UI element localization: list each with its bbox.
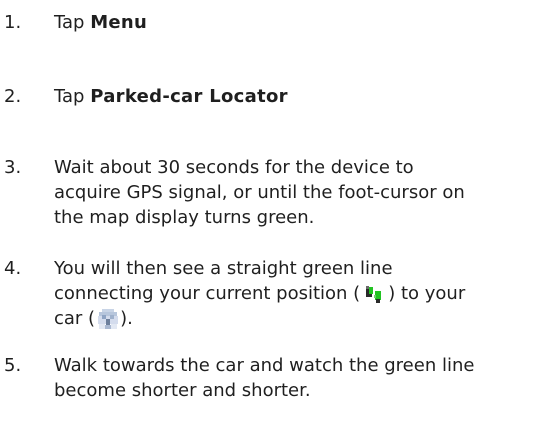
step-line-part: ) to your (388, 283, 466, 304)
step-line: acquire GPS signal, or until the foot-cu… (54, 182, 465, 203)
step-number: 4. (4, 258, 22, 279)
menu-label: Menu (90, 12, 148, 33)
step-line-part: ). (120, 308, 133, 329)
step-line: connecting your current position ( ) to … (54, 281, 536, 306)
step-line-part: car ( (54, 308, 96, 329)
step-prefix: Tap (54, 86, 91, 107)
step-number: 1. (4, 12, 22, 33)
step-text: You will then see a straight green line … (54, 256, 536, 331)
step-line: the map display turns green. (54, 207, 315, 228)
parked-car-locator-label: Parked-car Locator (90, 86, 288, 107)
step-text: Tap Parked-car Locator (54, 84, 536, 109)
step-line-part: connecting your current position ( (54, 283, 361, 304)
step-line: become shorter and shorter. (54, 380, 311, 401)
step-line: Walk towards the car and watch the green… (54, 355, 475, 376)
step-number: 2. (4, 86, 22, 107)
step-line: Wait about 30 seconds for the device to (54, 157, 414, 178)
step-number: 3. (4, 157, 22, 178)
step-text: Tap Menu (54, 10, 536, 35)
step-line: car ( ). (54, 306, 536, 331)
car-icon (96, 307, 120, 331)
step-line: You will then see a straight green line (54, 258, 393, 279)
step-prefix: Tap (54, 12, 91, 33)
current-position-icon (364, 283, 384, 305)
step-number: 5. (4, 355, 22, 376)
step-text: Wait about 30 seconds for the device to … (54, 155, 536, 230)
step-text: Walk towards the car and watch the green… (54, 353, 536, 403)
